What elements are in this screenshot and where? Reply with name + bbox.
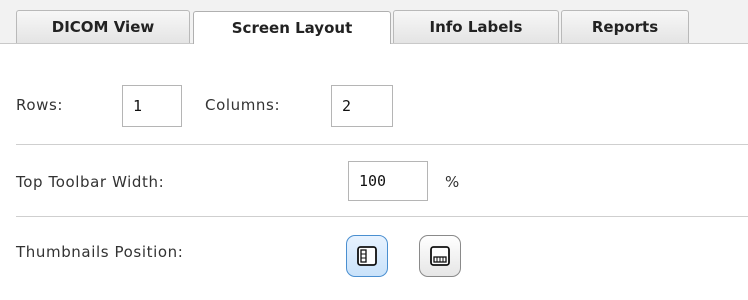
thumbnails-left-button[interactable] <box>346 235 388 277</box>
thumbnails-bottom-button[interactable] <box>419 235 461 277</box>
rows-label: Rows: <box>16 96 64 114</box>
columns-label: Columns: <box>205 96 281 114</box>
thumbnails-bottom-icon <box>430 246 450 266</box>
tab-reports[interactable]: Reports <box>561 10 689 43</box>
tab-bar: DICOM View Screen Layout Info Labels Rep… <box>0 0 748 44</box>
tab-info-labels[interactable]: Info Labels <box>393 10 559 43</box>
rows-input[interactable] <box>122 85 182 127</box>
tab-screen-layout[interactable]: Screen Layout <box>193 11 391 44</box>
divider <box>16 144 748 145</box>
toolbar-width-input[interactable] <box>348 161 428 201</box>
divider <box>16 216 748 217</box>
columns-input[interactable] <box>331 85 393 127</box>
tab-dicom-view[interactable]: DICOM View <box>16 10 190 43</box>
toolbar-width-label: Top Toolbar Width: <box>16 173 165 191</box>
thumbnails-position-label: Thumbnails Position: <box>16 243 184 261</box>
percent-unit: % <box>445 173 460 191</box>
thumbnails-left-icon <box>357 246 377 266</box>
